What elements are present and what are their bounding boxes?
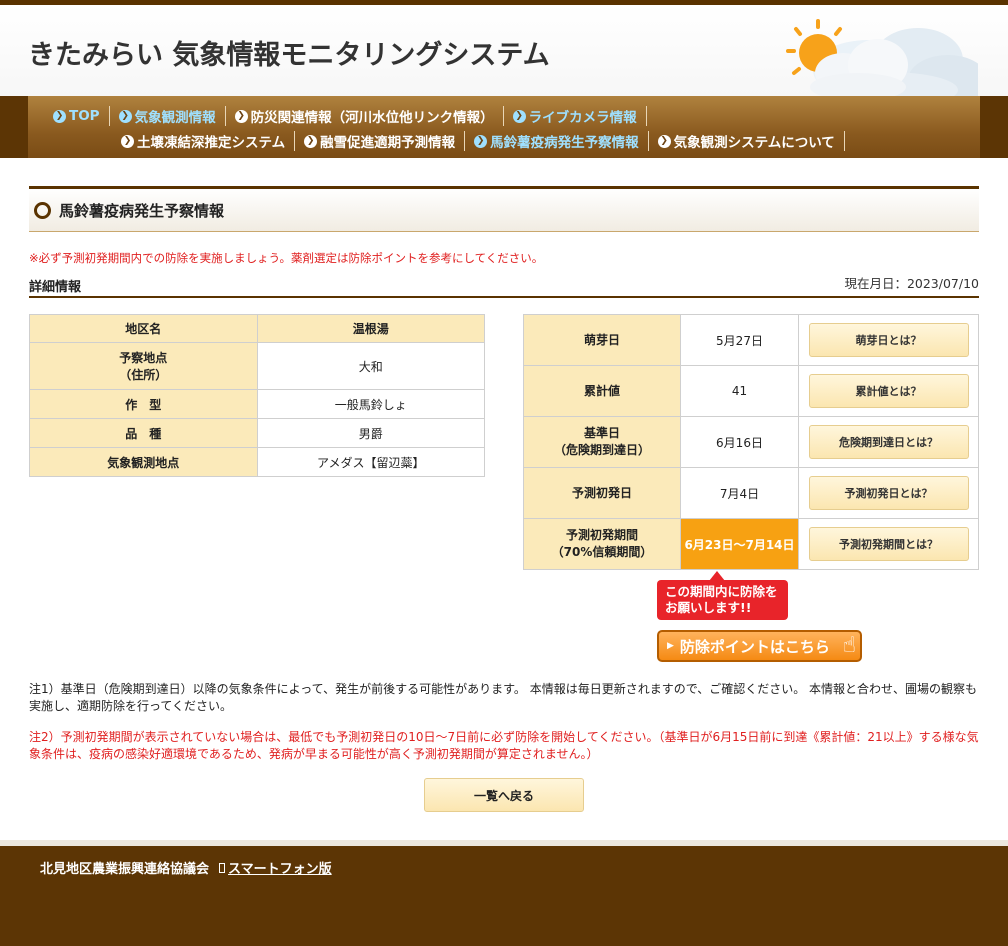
detail-heading: 詳細情報	[29, 280, 82, 295]
nav-item-2[interactable]: ❯ 気象観測情報	[110, 106, 226, 126]
play-icon: ▶	[667, 641, 674, 651]
chevron-right-icon: ❯	[118, 109, 132, 123]
footer-org: 北見地区農業振興連絡協議会	[40, 862, 210, 877]
control-points-label: 防除ポイントはこちら	[679, 637, 830, 656]
nav-item-label: 気象観測システムについて	[673, 135, 835, 151]
page-title: 馬鈴薯疫病発生予察情報	[59, 201, 225, 220]
site-title: きたみらい 気象情報モニタリングシステム	[28, 40, 550, 71]
row-action: 予測初発日とは？	[798, 467, 979, 519]
divider	[29, 296, 979, 298]
chevron-right-icon: ❯	[304, 134, 318, 148]
footer-content: 北見地区農業振興連絡協議会 スマートフォン版	[40, 858, 332, 877]
row-label: 基準日 （危険期到達日）	[523, 416, 681, 468]
nav-item-label: 気象観測情報	[134, 110, 216, 126]
weather-illustration	[786, 19, 978, 96]
nav-item-4[interactable]: ❯ ライブカメラ情報	[504, 106, 647, 126]
row-action: 予測初発期間とは？	[798, 518, 979, 570]
nav-item-label: 馬鈴薯疫病発生予察情報	[490, 135, 639, 151]
row-value: 41	[680, 365, 799, 417]
row-value: 6月16日	[680, 416, 799, 468]
nav-item-7[interactable]: ❯ 馬鈴薯疫病発生予察情報	[465, 131, 649, 151]
nav-item-label: 融雪促進適期予測情報	[320, 135, 456, 151]
row-action: 萌芽日とは？	[798, 314, 979, 366]
chevron-right-icon: ❯	[657, 134, 671, 148]
row-action: 累計値とは？	[798, 365, 979, 417]
row-value: 大和	[256, 342, 485, 390]
definition-button[interactable]: 予測初発期間とは？	[808, 527, 969, 561]
definition-button[interactable]: 累計値とは？	[808, 374, 969, 408]
nav-item-label: 土壌凍結深推定システム	[137, 135, 286, 151]
row-label: 累計値	[523, 365, 681, 417]
row-value: 一般馬鈴しょ	[256, 389, 485, 419]
callout-line-2: お願いします!!	[665, 600, 752, 615]
callout-line-1: この期間内に防除を	[665, 584, 778, 599]
note-1: 注1）基準日（危険期到達日）以降の気象条件によって、発生が前後する可能性がありま…	[29, 682, 978, 713]
circle-icon	[34, 201, 51, 219]
chevron-right-icon: ❯	[234, 109, 248, 123]
nav-item-6[interactable]: ❯ 融雪促進適期予測情報	[295, 131, 466, 151]
footer: 北見地区農業振興連絡協議会 スマートフォン版	[0, 846, 1008, 946]
table-row: 基準日 （危険期到達日） 6月16日 危険期到達日とは？	[523, 416, 979, 468]
row-value: 男爵	[256, 418, 485, 448]
smartphone-link[interactable]: スマートフォン版	[228, 858, 332, 877]
warning-text: ※必ず予測初発期間内での防除を実施しましょう。薬剤選定は防除ポイントを参考にして…	[29, 251, 544, 265]
back-to-list-button[interactable]: 一覧へ戻る	[424, 778, 584, 812]
period-callout: この期間内に防除を お願いします!!	[657, 571, 788, 620]
row-label: 予測初発期間 （70%信頼期間）	[523, 518, 681, 570]
table-row: 予測初発日 7月4日 予測初発日とは？	[523, 467, 979, 519]
definition-button[interactable]: 予測初発日とは？	[808, 476, 969, 510]
table-row: 気象観測地点 アメダス【留辺蘂】	[29, 447, 485, 477]
row-action: 危険期到達日とは？	[798, 416, 979, 468]
row-value: 温根湯	[256, 314, 485, 343]
row-value: アメダス【留辺蘂】	[256, 447, 485, 477]
table-row: 萌芽日 5月27日 萌芽日とは？	[523, 314, 979, 366]
row-label: 品 種	[29, 418, 258, 448]
chevron-right-icon: ❯	[121, 134, 134, 148]
table-row: 予察地点 （住所） 大和	[29, 342, 485, 390]
nav-item-1[interactable]: ❯ TOP	[44, 106, 110, 126]
nav-item-3[interactable]: ❯ 防災関連情報（河川水位他リンク情報）	[226, 106, 504, 126]
row-value: 7月4日	[680, 467, 799, 519]
nav-item-label: 防災関連情報（河川水位他リンク情報）	[250, 110, 494, 126]
chevron-right-icon: ❯	[512, 109, 526, 123]
nav-item-label: TOP	[69, 108, 100, 124]
nav-item-8[interactable]: ❯ 気象観測システムについて	[649, 131, 845, 151]
row-value: 6月23日～7月14日	[680, 518, 799, 570]
row-label: 地区名	[29, 314, 258, 343]
table-row: 作 型一般馬鈴しょ	[29, 389, 485, 419]
definition-button[interactable]: 危険期到達日とは？	[808, 425, 969, 459]
table-row: 累計値 41 累計値とは？	[523, 365, 979, 417]
row-label: 気象観測地点	[29, 447, 258, 477]
note-2: 注2）予測初発期間が表示されていない場合は、最低でも予測初発日の10日～7日前に…	[29, 730, 979, 761]
nav-row-2: ❯ 土壌凍結深推定システム ❯ 融雪促進適期予測情報 ❯ 馬鈴薯疫病発生予察情報 ❯ 気象観測…	[112, 130, 845, 152]
chevron-right-icon: ❯	[474, 134, 488, 148]
nav-item-5[interactable]: ❯ 土壌凍結深推定システム	[112, 131, 296, 151]
smartphone-icon	[219, 862, 226, 873]
location-table: 地区名 温根湯 予察地点 （住所） 大和作 型一般馬鈴しょ品 種男爵 気象観測地点 アメダ…	[29, 314, 485, 477]
row-label: 作 型	[29, 389, 258, 419]
site-header: きたみらい 気象情報モニタリングシステム	[0, 5, 1008, 96]
definition-button[interactable]: 萌芽日とは？	[808, 323, 969, 357]
table-row: 地区名 温根湯	[29, 314, 485, 343]
row-value: 5月27日	[680, 314, 799, 366]
forecast-table: 萌芽日 5月27日 萌芽日とは？ 累計値 41 累計値とは？ 基準日 （危険期到達日） 6月1…	[523, 314, 979, 570]
section-heading: 馬鈴薯疫病発生予察情報	[29, 186, 979, 232]
table-row: 予測初発期間 （70%信頼期間） 6月23日～7月14日 予測初発期間とは？	[523, 518, 979, 570]
nav-row-1: ❯ TOP ❯ 気象観測情報 ❯ 防災関連情報（河川水位他リンク情報） ❯ ライブカメラ情報	[44, 105, 647, 127]
row-label: 予測初発日	[523, 467, 681, 519]
pointer-hand-icon: ☝	[842, 633, 856, 658]
chevron-right-icon: ❯	[53, 109, 66, 123]
control-points-button[interactable]: ▶ 防除ポイントはこちら ☝	[657, 630, 862, 662]
table-row: 品 種男爵	[29, 418, 485, 448]
row-label: 予察地点 （住所）	[29, 342, 258, 390]
row-label: 萌芽日	[523, 314, 681, 366]
current-date: 現在月日：2023/07/10	[844, 276, 979, 291]
nav-item-label: ライブカメラ情報	[528, 110, 637, 126]
main-nav: ❯ TOP ❯ 気象観測情報 ❯ 防災関連情報（河川水位他リンク情報） ❯ ライブカメラ情報 …	[0, 96, 1008, 158]
